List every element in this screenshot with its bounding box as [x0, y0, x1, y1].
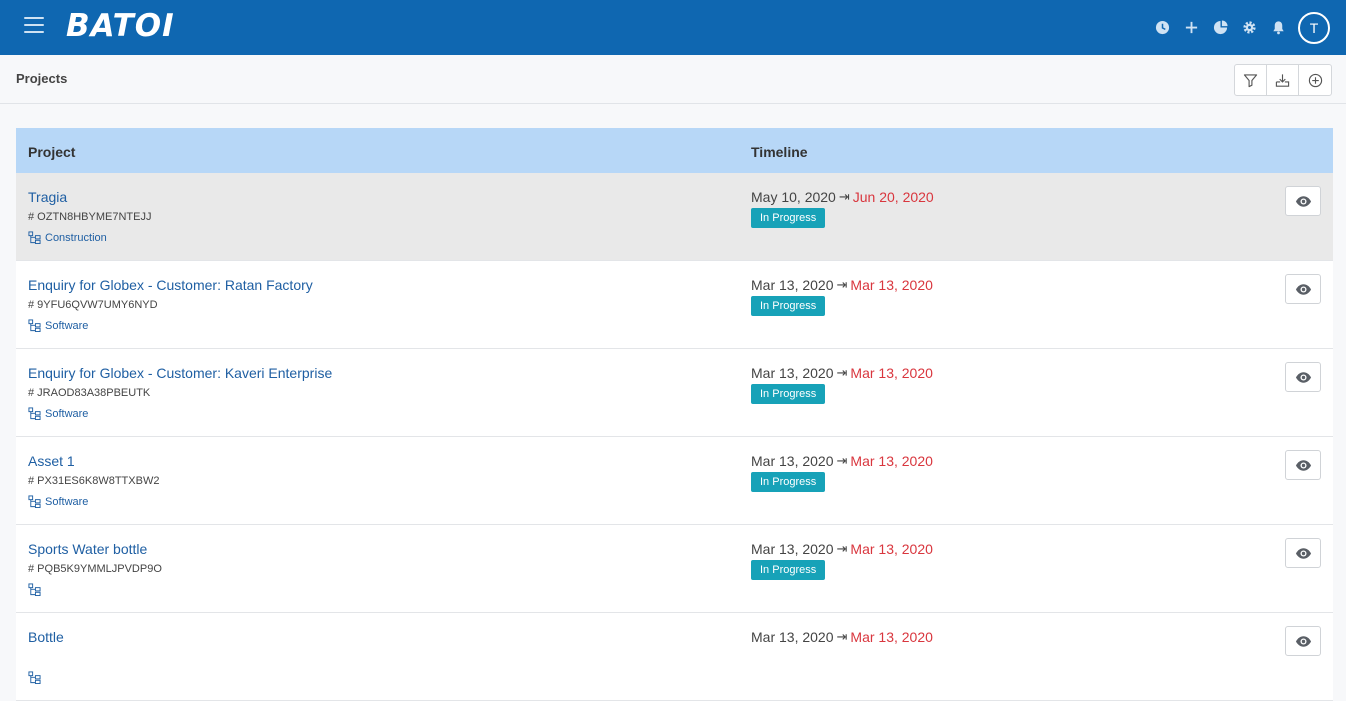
table-row[interactable]: Asset 1 # PX31ES6K8W8TTXBW2 Software Mar 13…: [16, 437, 1333, 525]
eye-icon: [1295, 547, 1311, 559]
project-category[interactable]: Construction: [28, 231, 107, 244]
view-button[interactable]: [1285, 362, 1321, 392]
plus-icon[interactable]: [1181, 18, 1201, 38]
timeline: Mar 13, 2020 ⇥ Mar 13, 2020: [751, 453, 933, 469]
eye-icon: [1295, 283, 1311, 295]
project-name-link[interactable]: Bottle: [28, 629, 64, 645]
end-date: Jun 20, 2020: [852, 189, 934, 205]
arrow-to-end-icon: ⇥: [836, 453, 848, 468]
hierarchy-icon: [28, 671, 41, 684]
arrow-to-end-icon: ⇥: [836, 629, 848, 644]
end-date: Mar 13, 2020: [850, 629, 933, 645]
arrow-to-end-icon: ⇥: [836, 365, 848, 380]
download-button[interactable]: [1267, 65, 1299, 95]
table-row[interactable]: Bottle Mar 13, 2020 ⇥ Mar 13, 2020: [16, 613, 1333, 701]
arrow-to-end-icon: ⇥: [836, 277, 848, 292]
filter-button[interactable]: [1235, 65, 1267, 95]
logo[interactable]: BATOI: [66, 8, 218, 44]
status-badge: In Progress: [751, 208, 826, 228]
table-body: Tragia # OZTN8HBYME7NTEJJ Construction May …: [16, 173, 1333, 701]
end-date: Mar 13, 2020: [850, 365, 933, 381]
hierarchy-icon: [28, 495, 41, 508]
timeline: May 10, 2020 ⇥ Jun 20, 2020: [751, 189, 934, 205]
status-badge: In Progress: [751, 560, 826, 580]
project-name-link[interactable]: Sports Water bottle: [28, 541, 147, 557]
arrow-to-end-icon: ⇥: [838, 189, 850, 204]
project-code: # 9YFU6QVW7UMY6NYD: [28, 299, 158, 311]
view-button[interactable]: [1285, 450, 1321, 480]
project-category[interactable]: Software: [28, 319, 88, 332]
table-row[interactable]: Sports Water bottle # PQB5K9YMMLJPVDP9O Ma…: [16, 525, 1333, 613]
end-date: Mar 13, 2020: [850, 453, 933, 469]
page-title: Projects: [16, 71, 68, 86]
view-button[interactable]: [1285, 538, 1321, 568]
hierarchy-icon: [28, 319, 41, 332]
hierarchy-icon: [28, 231, 41, 244]
status-badge: In Progress: [751, 472, 826, 492]
status-badge: In Progress: [751, 296, 826, 316]
hierarchy-icon: [28, 583, 41, 596]
project-name-link[interactable]: Enquiry for Globex - Customer: Kaveri En…: [28, 365, 332, 381]
project-category[interactable]: [28, 583, 45, 596]
project-category-label: Construction: [45, 231, 107, 244]
column-header-project[interactable]: Project: [28, 144, 75, 160]
project-code: # JRAOD83A38PBEUTK: [28, 387, 151, 399]
pie-chart-icon[interactable]: [1210, 18, 1230, 38]
project-category-label: Software: [45, 407, 89, 420]
eye-icon: [1295, 195, 1311, 207]
download-icon: [1275, 73, 1290, 87]
start-date: Mar 13, 2020: [751, 453, 834, 469]
project-code: # PQB5K9YMMLJPVDP9O: [28, 563, 162, 575]
clock-icon[interactable]: [1152, 18, 1172, 38]
eye-icon: [1295, 371, 1311, 383]
gear-icon[interactable]: [1239, 18, 1259, 38]
timeline: Mar 13, 2020 ⇥ Mar 13, 2020: [751, 629, 933, 645]
top-actions: T: [1143, 11, 1330, 44]
view-button[interactable]: [1285, 186, 1321, 216]
project-code: # OZTN8HBYME7NTEJJ: [28, 211, 152, 223]
project-category-label: Software: [45, 319, 89, 332]
status-badge: In Progress: [751, 384, 826, 404]
avatar[interactable]: T: [1298, 11, 1330, 44]
project-category[interactable]: Software: [28, 495, 88, 508]
view-button[interactable]: [1285, 626, 1321, 656]
end-date: Mar 13, 2020: [850, 277, 933, 293]
start-date: May 10, 2020: [751, 189, 836, 205]
table-row[interactable]: Enquiry for Globex - Customer: Kaveri En…: [16, 349, 1333, 437]
project-category-label: Software: [45, 495, 89, 508]
project-category[interactable]: Software: [28, 407, 88, 420]
start-date: Mar 13, 2020: [751, 541, 834, 557]
logo-text: BATOI: [66, 8, 175, 44]
view-button[interactable]: [1285, 274, 1321, 304]
top-navbar: BATOI T: [0, 0, 1346, 55]
start-date: Mar 13, 2020: [751, 365, 834, 381]
table-header: Project Timeline: [16, 128, 1333, 173]
arrow-to-end-icon: ⇥: [836, 541, 848, 556]
project-name-link[interactable]: Tragia: [28, 189, 67, 205]
start-date: Mar 13, 2020: [751, 629, 834, 645]
end-date: Mar 13, 2020: [850, 541, 933, 557]
menu-icon[interactable]: [24, 17, 44, 35]
bell-icon[interactable]: [1268, 18, 1288, 38]
toolbar: [1234, 64, 1332, 96]
project-name-link[interactable]: Enquiry for Globex - Customer: Ratan Fac…: [28, 277, 313, 293]
page-header: Projects: [0, 55, 1346, 104]
project-code: # PX31ES6K8W8TTXBW2: [28, 475, 160, 487]
timeline: Mar 13, 2020 ⇥ Mar 13, 2020: [751, 365, 933, 381]
project-name-link[interactable]: Asset 1: [28, 453, 75, 469]
column-header-timeline[interactable]: Timeline: [751, 144, 808, 160]
table-row[interactable]: Tragia # OZTN8HBYME7NTEJJ Construction May …: [16, 173, 1333, 261]
hierarchy-icon: [28, 407, 41, 420]
projects-table: Project Timeline Tragia # OZTN8HBYME7NTEJ…: [16, 128, 1333, 701]
timeline: Mar 13, 2020 ⇥ Mar 13, 2020: [751, 541, 933, 557]
start-date: Mar 13, 2020: [751, 277, 834, 293]
project-category[interactable]: [28, 671, 45, 684]
plus-circle-icon: [1308, 73, 1322, 87]
eye-icon: [1295, 459, 1311, 471]
add-project-button[interactable]: [1299, 65, 1331, 95]
timeline: Mar 13, 2020 ⇥ Mar 13, 2020: [751, 277, 933, 293]
filter-icon: [1243, 73, 1258, 87]
eye-icon: [1295, 635, 1311, 647]
table-row[interactable]: Enquiry for Globex - Customer: Ratan Fac…: [16, 261, 1333, 349]
